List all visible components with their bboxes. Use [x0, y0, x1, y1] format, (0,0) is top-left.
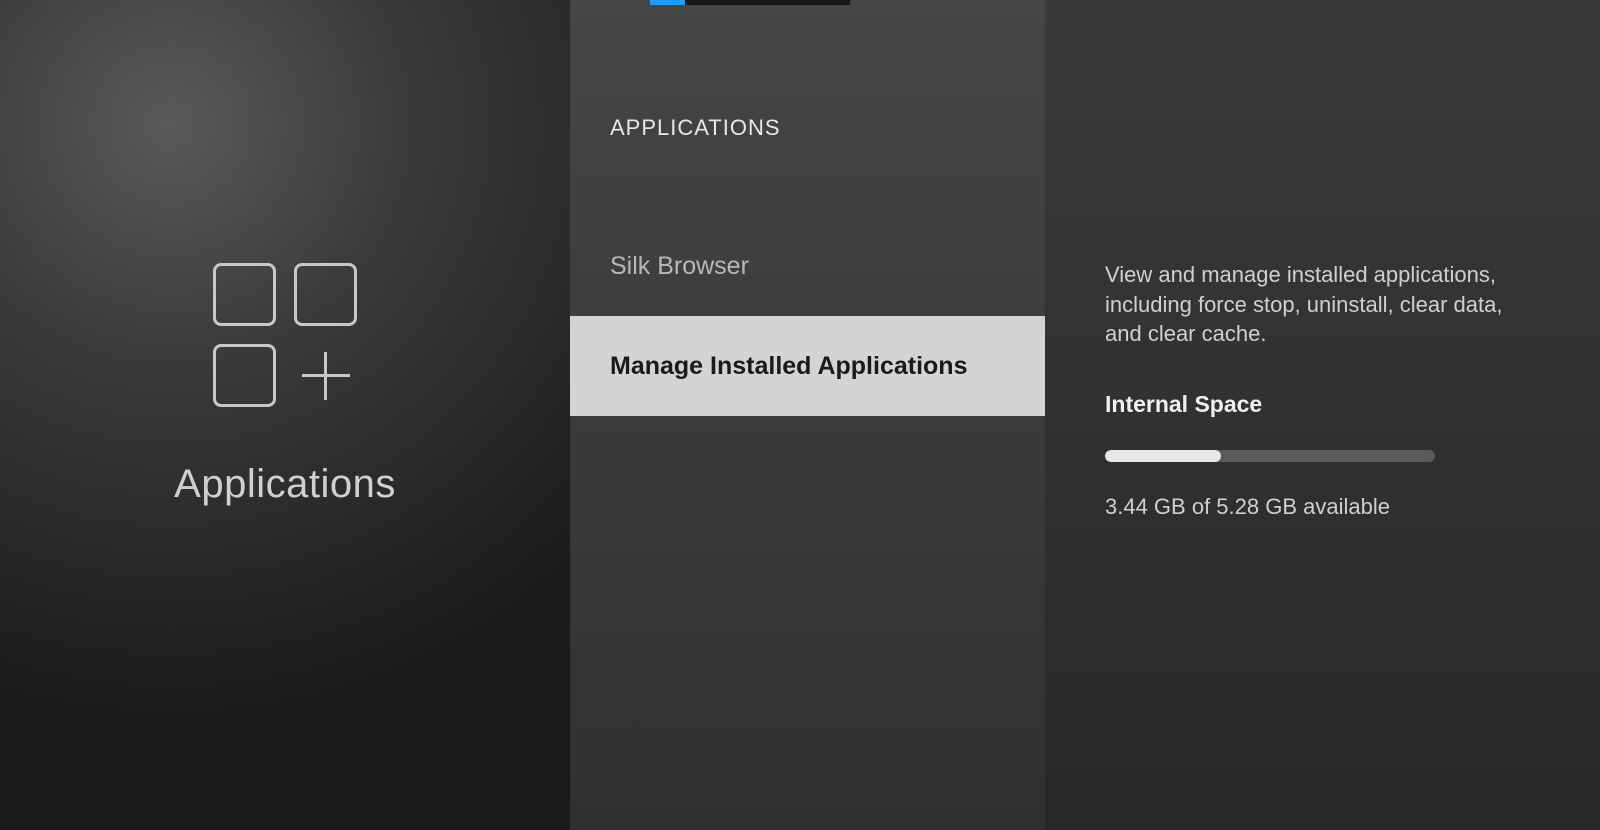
- storage-progress-fill: [1105, 450, 1221, 462]
- plus-icon: [294, 344, 357, 407]
- app-square-icon: [213, 344, 276, 407]
- storage-available-text: 3.44 GB of 5.28 GB available: [1105, 494, 1540, 520]
- storage-heading: Internal Space: [1105, 391, 1540, 418]
- applications-icon: [213, 263, 357, 407]
- detail-description: View and manage installed applications, …: [1105, 260, 1540, 349]
- app-square-icon: [294, 263, 357, 326]
- detail-panel: View and manage installed applications, …: [1045, 0, 1600, 830]
- menu-item-silk-browser[interactable]: Silk Browser: [570, 216, 1045, 316]
- category-panel: Applications: [0, 0, 570, 830]
- tab-indicator: [650, 0, 850, 5]
- storage-progress-bar: [1105, 450, 1435, 462]
- section-header: APPLICATIONS: [570, 0, 1045, 141]
- menu-item-label: Manage Installed Applications: [610, 352, 967, 381]
- menu-list: Silk Browser Manage Installed Applicatio…: [570, 216, 1045, 416]
- menu-panel: APPLICATIONS Silk Browser Manage Install…: [570, 0, 1045, 830]
- menu-item-manage-installed[interactable]: Manage Installed Applications: [570, 316, 1045, 416]
- menu-item-label: Silk Browser: [610, 252, 749, 281]
- category-title: Applications: [174, 462, 396, 507]
- app-square-icon: [213, 263, 276, 326]
